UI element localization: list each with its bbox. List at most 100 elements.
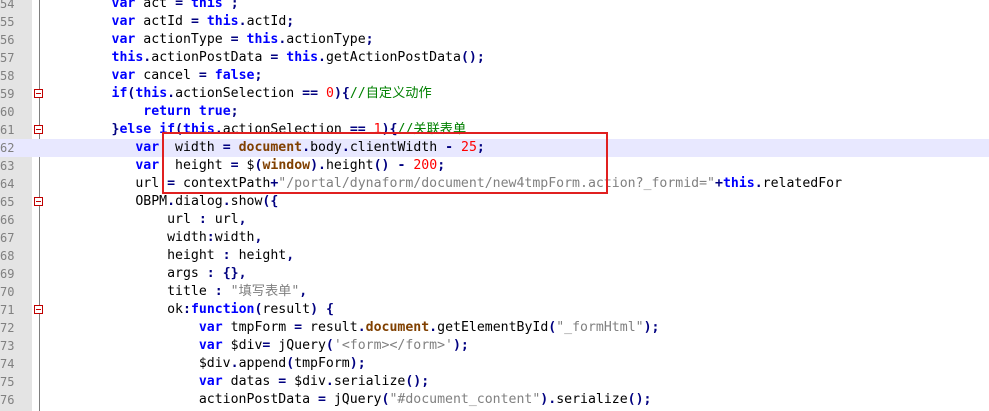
code-line[interactable]: 62 var width = document.body.clientWidth… — [0, 139, 989, 157]
line-number: 58 — [0, 69, 15, 83]
fold-toggle-icon[interactable] — [34, 89, 43, 98]
code-line[interactable]: 66 url : url, — [0, 211, 989, 229]
token-op: = — [222, 140, 231, 155]
token-plain: url — [135, 176, 168, 191]
token-plain: datas — [222, 374, 279, 389]
code-line[interactable]: 54 var act = this ; — [0, 0, 989, 13]
line-number: 75 — [0, 375, 15, 389]
code-text: var height = $(window).height() - 200; — [48, 157, 445, 175]
token-keyword: this — [246, 32, 279, 47]
token-op: ). — [310, 158, 326, 173]
token-plain: width — [159, 140, 223, 155]
line-number: 55 — [0, 15, 15, 29]
code-line[interactable]: 75 var datas = $div.serialize(); — [0, 373, 989, 391]
token-plain: height — [159, 158, 231, 173]
code-editor[interactable]: 54 var act = this ; 55 var actId = this.a… — [0, 0, 989, 411]
code-line[interactable]: 72 var tmpForm = result.document.getElem… — [0, 319, 989, 337]
token-op: - — [445, 140, 454, 155]
token-plain: dialog — [175, 194, 223, 209]
token-op: . — [325, 374, 334, 389]
token-keyword: else — [119, 122, 152, 137]
code-line[interactable]: 59 if(this.actionSelection == 0){//自定义动作 — [0, 85, 989, 103]
token-op: () — [373, 158, 390, 173]
token-op: (); — [627, 392, 652, 407]
code-line[interactable]: 74 $div.append(tmpForm); — [0, 355, 989, 373]
fold-toggle-icon[interactable] — [34, 305, 43, 314]
code-line[interactable]: 55 var actId = this.actId; — [0, 13, 989, 31]
token-plain: result — [262, 302, 311, 317]
token-keyword: return — [143, 104, 191, 119]
token-plain: clientWidth — [349, 140, 446, 155]
code-line[interactable]: 65 OBPM.dialog.show({ — [0, 193, 989, 211]
token-op: . — [357, 320, 366, 335]
line-number: 59 — [0, 87, 15, 101]
token-op: (); — [460, 50, 485, 65]
code-line[interactable]: 56 var actionType = this.actionType; — [0, 31, 989, 49]
code-line[interactable]: 73 var $div= jQuery('<form></form>'); — [0, 337, 989, 355]
code-text: return true; — [48, 103, 238, 121]
code-line[interactable]: 70 title : "填写表单", — [0, 283, 989, 301]
code-text: var act = this ; — [48, 0, 239, 13]
token-object: document — [238, 140, 303, 155]
token-plain: actId — [135, 14, 191, 29]
token-op: ( — [286, 356, 295, 371]
code-text: actionPostData = jQuery("#document_conte… — [48, 391, 652, 409]
code-line[interactable]: 76 actionPostData = jQuery("#document_co… — [0, 391, 989, 409]
line-number: 68 — [0, 249, 15, 263]
token-op: = — [198, 68, 207, 83]
code-line[interactable]: 63 var height = $(window).height() - 200… — [0, 157, 989, 175]
token-op: . — [754, 176, 763, 191]
token-op: ){ — [333, 86, 350, 101]
code-line[interactable]: 67 width:width, — [0, 229, 989, 247]
line-number: 71 — [0, 303, 15, 317]
token-object: window — [262, 158, 311, 173]
line-number: 74 — [0, 357, 15, 371]
fold-toggle-icon[interactable] — [34, 197, 43, 206]
token-keyword: false — [214, 68, 255, 83]
code-text: this.actionPostData = this.getActionPost… — [48, 49, 485, 67]
token-op: = — [230, 158, 239, 173]
code-line[interactable]: 60 return true; — [0, 103, 989, 121]
token-plain: tmpForm — [294, 356, 350, 371]
token-keyword: this — [111, 50, 144, 65]
code-line[interactable]: 58 var cancel = false; — [0, 67, 989, 85]
code-text: url : url, — [48, 211, 246, 229]
code-text: width:width, — [48, 229, 262, 247]
token-plain: actionType — [135, 32, 231, 47]
fold-toggle-icon[interactable] — [34, 125, 43, 134]
line-number: 64 — [0, 177, 15, 191]
token-op: . — [222, 194, 231, 209]
token-op: = — [190, 14, 199, 29]
token-op: : — [182, 302, 191, 317]
code-line[interactable]: 68 height : height, — [0, 247, 989, 265]
token-op: : — [222, 248, 231, 263]
token-plain: width — [167, 230, 207, 245]
token-op: ( — [325, 338, 334, 353]
token-op: ; — [230, 0, 239, 11]
token-op: ){ — [381, 122, 398, 137]
code-line[interactable]: 69 args : {}, — [0, 265, 989, 283]
token-number: 200 — [413, 158, 438, 173]
code-line[interactable]: 71 ok:function(result) { — [0, 301, 989, 319]
code-text: var $div= jQuery('<form></form>'); — [48, 337, 469, 355]
code-line[interactable]: 57 this.actionPostData = this.getActionP… — [0, 49, 989, 67]
token-op: == — [349, 122, 366, 137]
token-object: document — [365, 320, 430, 335]
code-line[interactable]: 64 url = contextPath +"/portal/dynaform/d… — [0, 175, 989, 193]
token-keyword: var — [198, 320, 223, 335]
code-text: var actionType = this.actionType; — [48, 31, 374, 49]
token-op: : — [198, 212, 207, 227]
token-plain: actId — [246, 14, 287, 29]
token-keyword: this — [183, 122, 215, 137]
token-keyword: var — [135, 158, 160, 173]
token-op: ); — [452, 338, 469, 353]
code-line[interactable]: 61 }else if(this.actionSelection == 1){/… — [0, 121, 989, 139]
